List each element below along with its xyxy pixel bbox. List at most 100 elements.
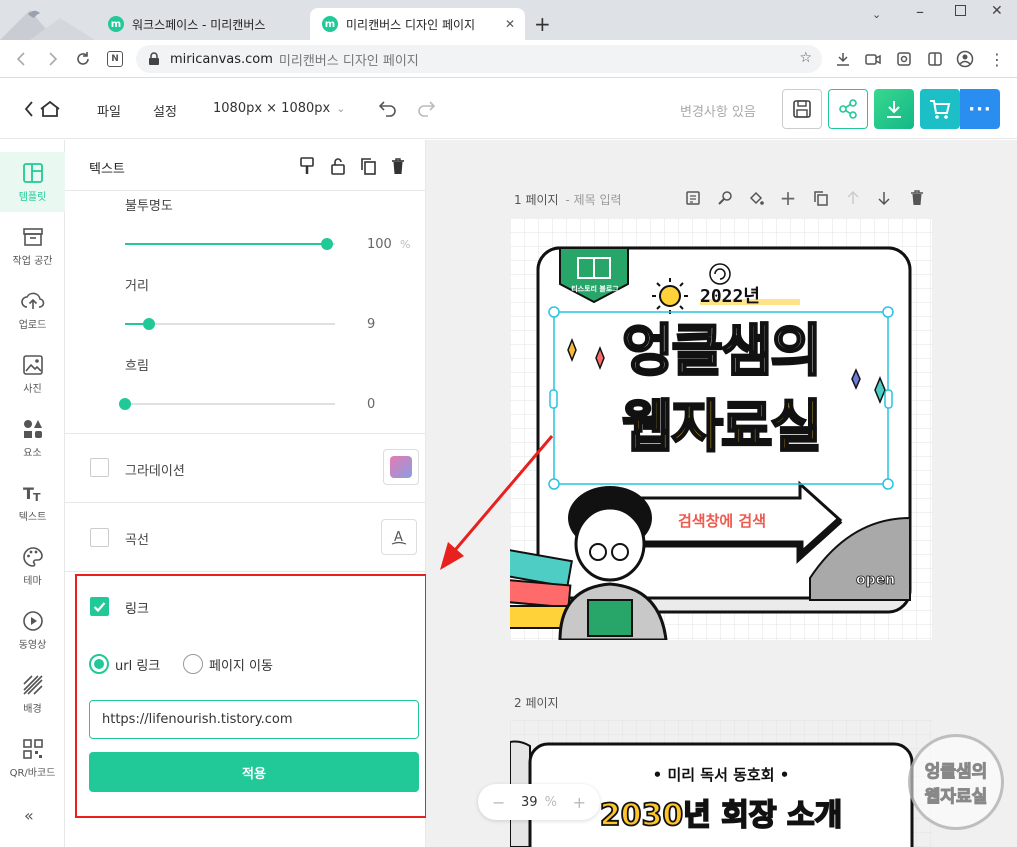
delete-trash-icon[interactable]	[390, 157, 406, 179]
rail-item-text[interactable]: TT 텍스트	[0, 472, 65, 532]
zoom-control: − 39 % +	[478, 784, 600, 820]
browser-tab-bar: m 워크스페이스 - 미리캔버스 m 미리캔버스 디자인 페이지 ✕ + ⌄ –…	[0, 0, 1017, 40]
collapse-panel-icon[interactable]: ‹‹	[24, 806, 34, 825]
radio-url-label: url 링크	[115, 658, 161, 674]
tab-search-chevron-icon[interactable]: ⌄	[872, 8, 881, 21]
move-page-up-icon[interactable]	[843, 188, 863, 208]
qr-icon	[22, 738, 43, 759]
canvas-size-dropdown[interactable]: 1080px × 1080px ⌄	[213, 101, 345, 116]
url-page-title: 미리캔버스 디자인 페이지	[278, 53, 419, 69]
radio-page-label: 페이지 이동	[209, 658, 273, 674]
page1-canvas[interactable]: 티스토리 블로그 2022년 엉클샘의 웹자료실 검색창에 검색 open	[510, 218, 932, 640]
move-page-down-icon[interactable]	[874, 188, 894, 208]
unlock-icon[interactable]	[330, 157, 346, 179]
profile-avatar-icon[interactable]	[954, 48, 976, 70]
rail-item-template[interactable]: 템플릿	[0, 152, 65, 212]
url-host: miricanvas.com	[170, 51, 273, 67]
radio-page-move[interactable]: 페이지 이동	[183, 654, 273, 674]
distance-value: 9	[367, 317, 376, 332]
new-tab-plus-icon[interactable]: +	[534, 12, 551, 36]
add-page-icon[interactable]: +	[778, 186, 798, 210]
close-tab-icon[interactable]: ✕	[505, 17, 515, 31]
page-note-icon[interactable]	[683, 188, 703, 208]
left-tool-rail: 템플릿 작업 공간 업로드 사진 요소 TT 텍스트 테마 동영상 배경 QR/…	[0, 140, 65, 847]
rail-item-upload[interactable]: 업로드	[0, 280, 65, 340]
blog-watermark-logo: 엉클샘의 웹자료실	[908, 734, 1004, 830]
template-icon	[22, 162, 43, 183]
save-button[interactable]	[782, 89, 822, 129]
share-button[interactable]	[828, 89, 868, 129]
curve-text-button[interactable]: A	[381, 519, 417, 555]
apply-button[interactable]: 적용	[89, 752, 419, 792]
bookmark-star-icon[interactable]: ☆	[799, 50, 812, 66]
menu-settings[interactable]: 설정	[153, 101, 177, 120]
zoom-in-icon[interactable]: +	[573, 793, 586, 812]
gradient-checkbox[interactable]	[90, 458, 109, 477]
download-button[interactable]	[874, 89, 914, 129]
maximize-icon[interactable]	[955, 5, 966, 16]
more-options-button[interactable]: ···	[960, 89, 1000, 129]
panel-divider	[65, 502, 426, 503]
tab-workspace[interactable]: m 워크스페이스 - 미리캔버스	[96, 8, 306, 40]
page2-label: 2 페이지	[514, 696, 559, 710]
back-arrow-icon[interactable]	[10, 48, 32, 70]
opacity-value: 100 %	[367, 237, 410, 252]
browser-menu-icon[interactable]: ⋮	[986, 48, 1008, 70]
distance-slider-knob[interactable]	[143, 318, 156, 330]
url-omnibox[interactable]: miricanvas.com 미리캔버스 디자인 페이지 ☆	[136, 45, 822, 73]
radio-url-link[interactable]: url 링크	[89, 654, 160, 674]
opacity-slider-knob[interactable]	[321, 238, 333, 250]
rail-item-video[interactable]: 동영상	[0, 600, 65, 660]
format-paint-icon[interactable]	[299, 157, 315, 179]
design-open-text: open	[856, 572, 896, 589]
redo-icon[interactable]	[416, 99, 436, 121]
rail-item-theme[interactable]: 테마	[0, 536, 65, 596]
duplicate-icon[interactable]	[360, 157, 376, 179]
forward-arrow-icon[interactable]	[42, 48, 64, 70]
rail-item-elements[interactable]: 요소	[0, 408, 65, 468]
link-url-input[interactable]: https://lifenourish.tistory.com	[89, 700, 419, 739]
minimize-icon[interactable]: –	[916, 2, 924, 21]
sidebar-toggle-icon[interactable]	[924, 48, 946, 70]
upload-icon	[20, 292, 44, 309]
editor-header: 파일 설정 1080px × 1080px ⌄ 변경사항 있음 ···	[0, 79, 1017, 139]
reload-icon[interactable]	[72, 48, 94, 70]
background-icon	[22, 674, 43, 695]
rail-item-workspace[interactable]: 작업 공간	[0, 216, 65, 276]
checkmark-icon	[93, 602, 106, 613]
chevron-down-icon: ⌄	[336, 102, 346, 115]
rail-item-label: QR/바코드	[9, 767, 56, 779]
blur-slider-knob[interactable]	[119, 398, 131, 410]
undo-icon[interactable]	[378, 99, 398, 121]
page1-title-input[interactable]: - 제목 입력	[565, 193, 621, 207]
rail-item-photo[interactable]: 사진	[0, 344, 65, 404]
distance-label: 거리	[125, 279, 149, 294]
browser-address-bar: N miricanvas.com 미리캔버스 디자인 페이지 ☆ ⋮	[0, 40, 1017, 78]
profile-mountain-art	[0, 10, 95, 40]
tab-design-page[interactable]: m 미리캔버스 디자인 페이지 ✕	[310, 8, 525, 40]
zoom-number: 39	[520, 794, 538, 810]
zoom-unit: %	[544, 794, 558, 810]
link-checkbox[interactable]	[90, 597, 109, 616]
gradient-label: 그라데이션	[125, 464, 185, 479]
curve-checkbox[interactable]	[90, 528, 109, 547]
home-back-icon[interactable]	[24, 99, 62, 123]
screenshot-icon[interactable]	[893, 48, 915, 70]
download-icon[interactable]	[832, 48, 854, 70]
rail-item-background[interactable]: 배경	[0, 664, 65, 724]
camera-icon[interactable]	[862, 48, 884, 70]
page-magic-icon[interactable]	[715, 188, 735, 208]
zoom-value[interactable]: 39 %	[521, 795, 557, 810]
gradient-color-button[interactable]	[383, 449, 419, 485]
page-fill-icon[interactable]	[746, 188, 766, 208]
zoom-out-icon[interactable]: −	[492, 793, 505, 812]
design-year-text: 2022년	[700, 286, 760, 307]
delete-page-icon[interactable]	[907, 188, 927, 208]
menu-file[interactable]: 파일	[97, 101, 121, 120]
naver-extension-icon[interactable]: N	[104, 48, 126, 70]
rail-item-qr[interactable]: QR/바코드	[0, 728, 65, 788]
duplicate-page-icon[interactable]	[811, 188, 831, 208]
window-close-icon[interactable]: ✕	[991, 3, 1003, 19]
lock-icon	[149, 52, 159, 65]
print-order-button[interactable]	[920, 89, 960, 129]
